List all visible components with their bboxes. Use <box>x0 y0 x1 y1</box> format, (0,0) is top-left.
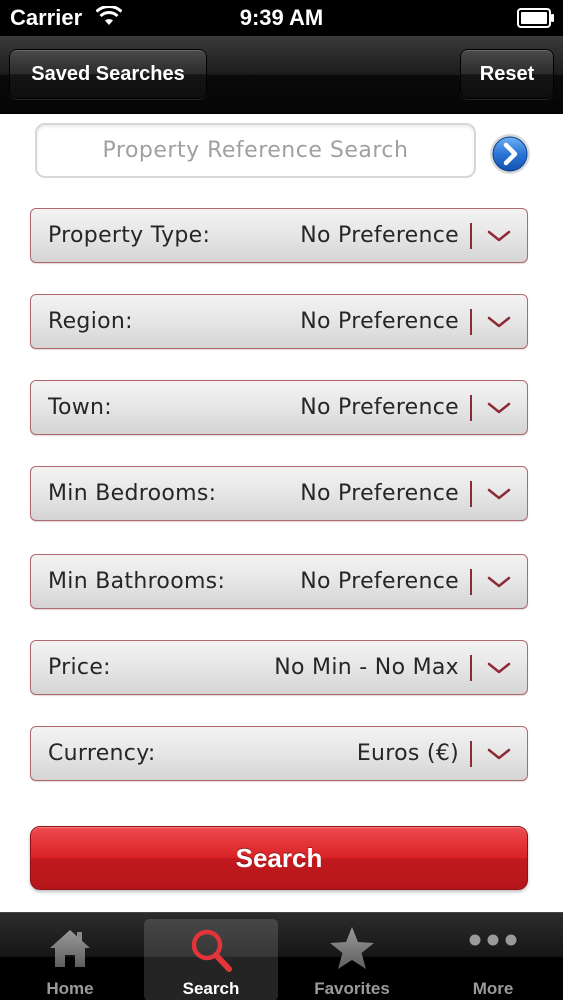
field-label: Region: <box>48 309 133 334</box>
field-divider <box>470 741 472 767</box>
town-selector[interactable]: Town: No Preference <box>30 380 528 435</box>
battery-icon <box>517 8 555 34</box>
field-value: Euros (€) <box>356 741 459 766</box>
tab-more[interactable]: More <box>426 919 560 1000</box>
currency-selector[interactable]: Currency: Euros (€) <box>30 726 528 781</box>
field-label: Price: <box>48 655 111 680</box>
magnifier-icon <box>144 925 278 975</box>
navigation-bar: Saved Searches Reset <box>0 36 563 114</box>
field-value: No Preference <box>300 569 459 594</box>
field-label: Min Bathrooms: <box>48 569 226 594</box>
house-icon <box>3 925 137 975</box>
field-label: Min Bedrooms: <box>48 481 217 506</box>
chevron-down-icon <box>486 396 512 420</box>
region-selector[interactable]: Region: No Preference <box>30 294 528 349</box>
field-value: No Preference <box>300 481 459 506</box>
arrow-right-circle-icon[interactable] <box>489 133 531 175</box>
search-button[interactable]: Search <box>30 826 528 890</box>
property-type-selector[interactable]: Property Type: No Preference <box>30 208 528 263</box>
field-divider <box>470 481 472 507</box>
field-divider <box>470 309 472 335</box>
chevron-down-icon <box>486 310 512 334</box>
property-reference-input[interactable] <box>37 125 474 176</box>
tab-label: More <box>472 979 514 998</box>
status-bar: Carrier 9:39 AM <box>0 0 563 36</box>
star-icon <box>285 925 419 975</box>
tab-home[interactable]: Home <box>3 919 137 1000</box>
saved-searches-button[interactable]: Saved Searches <box>9 49 207 99</box>
price-selector[interactable]: Price: No Min - No Max <box>30 640 528 695</box>
chevron-down-icon <box>486 482 512 506</box>
field-value: No Min - No Max <box>274 655 459 680</box>
tab-label: Search <box>182 979 240 998</box>
field-value: No Preference <box>300 395 459 420</box>
property-reference-search <box>35 123 476 178</box>
reset-button[interactable]: Reset <box>460 49 554 99</box>
min-bedrooms-selector[interactable]: Min Bedrooms: No Preference <box>30 466 528 521</box>
tab-label: Favorites <box>314 979 390 998</box>
tab-label: Home <box>46 979 94 998</box>
chevron-down-icon <box>486 742 512 766</box>
tab-bar: Home Search Favorites More <box>0 912 563 1000</box>
field-value: No Preference <box>300 223 459 248</box>
tab-favorites[interactable]: Favorites <box>285 919 419 1000</box>
field-value: No Preference <box>300 309 459 334</box>
field-divider <box>470 655 472 681</box>
more-dots-icon <box>426 925 560 975</box>
status-time: 9:39 AM <box>239 5 324 30</box>
field-label: Town: <box>48 395 113 420</box>
min-bathrooms-selector[interactable]: Min Bathrooms: No Preference <box>30 554 528 609</box>
field-divider <box>470 223 472 249</box>
tab-search[interactable]: Search <box>144 919 278 1000</box>
field-divider <box>470 395 472 421</box>
field-label: Currency: <box>48 741 156 766</box>
field-label: Property Type: <box>48 223 211 248</box>
chevron-down-icon <box>486 224 512 248</box>
chevron-down-icon <box>486 656 512 680</box>
chevron-down-icon <box>486 570 512 594</box>
field-divider <box>470 569 472 595</box>
